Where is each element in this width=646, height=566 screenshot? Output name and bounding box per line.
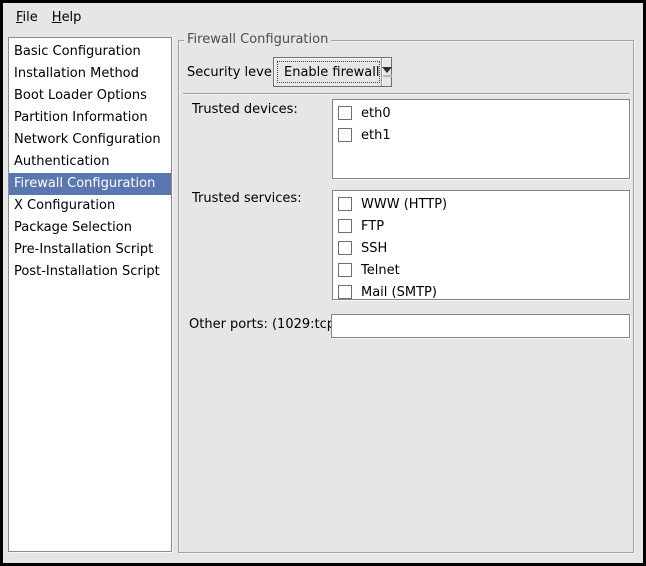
checkbox-ssh[interactable] [338,241,352,255]
service-label: SSH [361,241,387,256]
checkbox-eth0[interactable] [338,106,352,120]
service-label: WWW (HTTP) [361,197,447,212]
trusted-services-label: Trusted services: [192,191,302,206]
sidebar-item-pre-installation-script[interactable]: Pre-Installation Script [9,239,171,261]
other-ports-input[interactable] [331,314,630,338]
sidebar-item-installation-method[interactable]: Installation Method [9,63,171,85]
frame-title: Firewall Configuration [184,32,331,47]
device-label: eth1 [361,128,391,143]
device-label: eth0 [361,106,391,121]
security-level-value: Enable firewall [277,61,380,83]
trusted-services-list: WWW (HTTP) FTP SSH Telnet Mail (SMTP) [332,190,630,300]
trusted-service-row[interactable]: Telnet [333,259,629,281]
sidebar-item-package-selection[interactable]: Package Selection [9,217,171,239]
sidebar-item-partition-information[interactable]: Partition Information [9,107,171,129]
service-label: FTP [361,219,384,234]
trusted-devices-label: Trusted devices: [192,102,298,117]
checkbox-mail-smtp[interactable] [338,285,352,299]
trusted-service-row[interactable]: Mail (SMTP) [333,281,629,300]
security-level-label: Security level: [187,65,280,80]
security-level-dropdown[interactable]: Enable firewall [273,57,392,87]
horizontal-separator [183,93,629,95]
sidebar-item-basic-configuration[interactable]: Basic Configuration [9,41,171,63]
trusted-service-row[interactable]: SSH [333,237,629,259]
sidebar-item-x-configuration[interactable]: X Configuration [9,195,171,217]
trusted-device-row[interactable]: eth0 [333,102,629,124]
service-label: Telnet [361,263,400,278]
sidebar-item-firewall-configuration[interactable]: Firewall Configuration [9,173,171,195]
sidebar-item-authentication[interactable]: Authentication [9,151,171,173]
trusted-device-row[interactable]: eth1 [333,124,629,146]
checkbox-eth1[interactable] [338,128,352,142]
menu-help[interactable]: Help [45,5,89,30]
sidebar-item-network-configuration[interactable]: Network Configuration [9,129,171,151]
checkbox-www-http[interactable] [338,197,352,211]
menu-bar: File Help [3,3,643,32]
kickstart-configurator-window: File Help Basic Configuration Installati… [0,0,646,566]
service-label: Mail (SMTP) [361,285,437,300]
trusted-service-row[interactable]: WWW (HTTP) [333,193,629,215]
firewall-configuration-frame: Firewall Configuration Security level: E… [178,40,634,553]
sidebar-list: Basic Configuration Installation Method … [8,37,172,552]
trusted-service-row[interactable]: FTP [333,215,629,237]
chevron-down-icon [381,58,392,86]
sidebar-item-boot-loader-options[interactable]: Boot Loader Options [9,85,171,107]
menu-file[interactable]: File [9,5,45,30]
other-ports-label: Other ports: (1029:tcp) [189,317,340,332]
checkbox-ftp[interactable] [338,219,352,233]
sidebar-item-post-installation-script[interactable]: Post-Installation Script [9,261,171,283]
checkbox-telnet[interactable] [338,263,352,277]
trusted-devices-list: eth0 eth1 [332,99,630,179]
